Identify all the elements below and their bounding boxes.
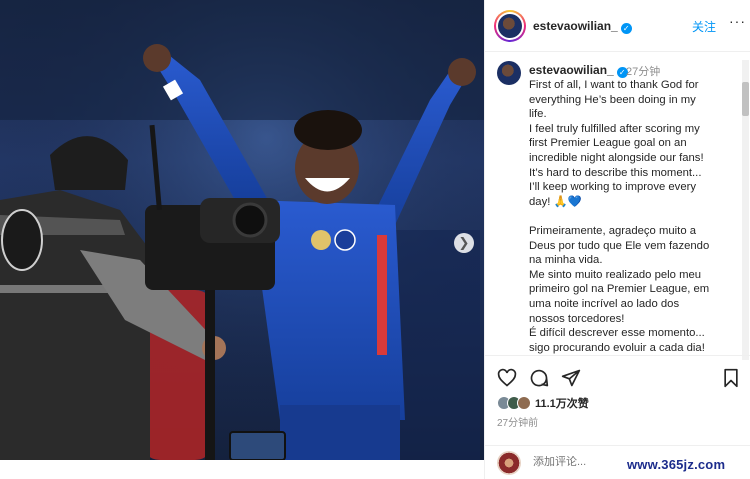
heart-icon[interactable] [497,368,517,388]
caption-line: nossos torcedores! [529,312,625,325]
bookmark-icon[interactable] [721,368,741,388]
likes-summary[interactable]: 11.1万次赞 [497,395,589,411]
caption-line: sigo procurando evoluir a cada dia! [529,341,705,354]
media-bottom-spacer [0,460,484,479]
caption-avatar[interactable] [497,61,521,85]
post-actions: 11.1万次赞 27分钟前 [485,355,750,445]
header-username[interactable]: estevaowilian_ ✓ [533,19,632,34]
caption-line: I feel truly fulfilled after scoring my [529,122,700,135]
send-icon[interactable] [561,368,581,388]
chevron-right-icon: ❯ [458,235,470,250]
more-options-button[interactable]: ··· [729,13,746,29]
post-media[interactable]: ❯ [0,0,484,460]
post-photo [0,0,484,460]
caption-line: na minha vida. [529,254,603,267]
caption-line: It’s hard to describe this moment... [529,166,702,179]
watermark-text: www.365jz.com [627,457,726,472]
likes-count[interactable]: 11.1万次赞 [535,395,589,411]
scrollbar-thumb[interactable] [742,82,749,116]
post-timestamp: 27分钟前 [497,418,539,429]
caption-line: É difícil descrever esse momento... [529,327,705,340]
current-user-avatar [497,451,521,475]
caption-line: Deus por tudo que Ele vem fazendo [529,239,710,252]
caption-line: Me sinto muito realizado pelo meu [529,268,702,281]
caption-line: life. [529,108,547,121]
caption-line: everything He’s been doing in my [529,93,696,106]
caption-scrollbar[interactable] [742,60,749,360]
follow-button[interactable]: 关注 [692,18,716,35]
next-image-button[interactable]: ❯ [454,233,474,253]
caption-line: uma noite incrível ao lado dos [529,297,680,310]
caption-line: First of all, I want to thank God for [529,79,699,91]
caption-line: first Premier League goal on an [529,137,687,150]
liker-avatar [517,396,531,410]
caption-area: estevaowilian_ ✓ 27分钟 First of all, I wan… [485,52,750,355]
caption-line: primeiro gol na Premier League, em [529,283,710,296]
post-header: estevaowilian_ ✓ 关注 ··· [485,0,750,52]
comment-input[interactable] [533,456,623,468]
caption-line: Primeiramente, agradeço muito a [529,224,697,237]
caption-line: incredible night alongside our fans! [529,151,704,164]
header-avatar[interactable] [494,10,526,42]
caption-line: I’ll keep working to improve every [529,181,697,194]
comment-bar: www.365jz.com [485,445,750,479]
caption-text: First of all, I want to thank God for ev… [529,78,741,355]
comment-icon[interactable] [529,368,549,388]
caption-time: 27分钟 [626,66,661,78]
post-side-panel: estevaowilian_ ✓ 关注 ··· estevaowilian_ ✓ 2… [484,0,750,479]
verified-badge-icon: ✓ [620,23,632,34]
caption-line: day! 🙏💙 [529,195,582,208]
caption-username[interactable]: estevaowilian_ ✓ [529,63,628,78]
